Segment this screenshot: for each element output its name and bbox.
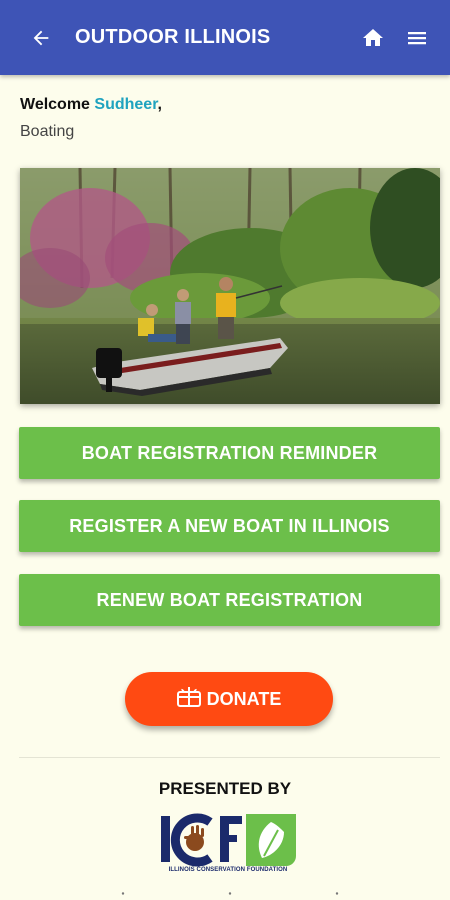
register-new-boat-button[interactable]: REGISTER A NEW BOAT IN ILLINOIS — [19, 500, 440, 552]
presented-by-label: PRESENTED BY — [158, 779, 292, 798]
menu-icon[interactable] — [404, 25, 430, 51]
home-icon[interactable] — [360, 25, 386, 51]
logo-caption: ILLINOIS CONSERVATION FOUNDATION — [168, 867, 288, 873]
user-name: Sudheer — [94, 96, 158, 113]
back-arrow-icon[interactable] — [29, 26, 53, 50]
icf-logo[interactable]: ILLINOIS CONSERVATION FOUNDATION — [158, 812, 298, 878]
welcome-message: Welcome Sudheer, — [20, 96, 162, 114]
gift-card-icon — [176, 685, 201, 707]
donate-button[interactable]: DONATE — [125, 672, 333, 726]
hero-image — [20, 168, 440, 404]
renew-boat-registration-button[interactable]: RENEW BOAT REGISTRATION — [19, 574, 440, 626]
app-title: OUTDOOR ILLINOIS — [75, 26, 271, 48]
welcome-prefix: Welcome — [20, 96, 95, 113]
boat-registration-reminder-button[interactable]: BOAT REGISTRATION REMINDER — [19, 427, 440, 479]
app-bar: OUTDOOR ILLINOIS — [0, 0, 450, 75]
section-subtitle: Boating — [20, 123, 75, 140]
welcome-suffix: , — [157, 96, 162, 113]
donate-label: DONATE — [206, 688, 282, 709]
footer-divider — [19, 757, 440, 758]
scroll-indicator — [121, 892, 339, 895]
